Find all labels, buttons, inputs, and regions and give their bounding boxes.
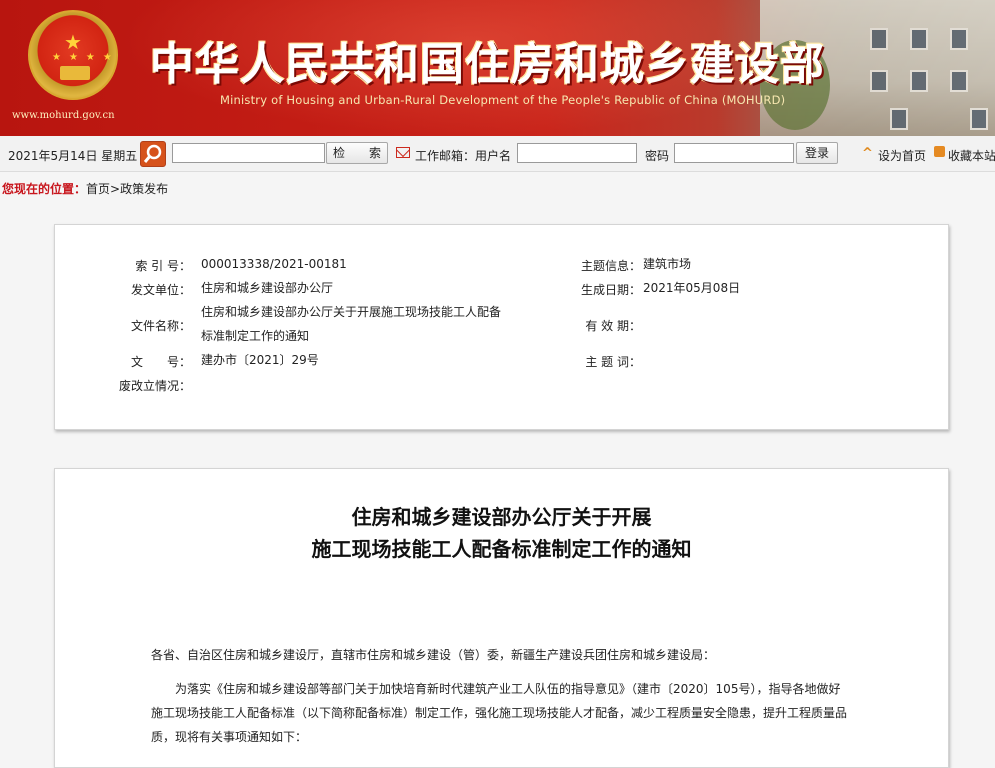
search-button[interactable]: 检 索 — [326, 142, 388, 164]
site-title-english: Ministry of Housing and Urban-Rural Deve… — [220, 93, 786, 107]
revision-status-label: 废改立情况： — [118, 379, 191, 393]
index-number-label: 索 引 号： — [135, 259, 191, 273]
current-date: 2021年5月14日 星期五 — [8, 149, 138, 163]
mail-icon — [396, 147, 410, 158]
topic-value: 建筑市场 — [643, 257, 692, 271]
breadcrumb-label: 您现在的位置： — [2, 182, 87, 196]
file-name-label: 文件名称： — [130, 319, 191, 333]
issuer-label: 发文单位： — [130, 283, 191, 297]
document-number-value: 建办市〔2021〕29号 — [201, 353, 319, 367]
document-metadata-box: 索 引 号： 000013338/2021-00181 主题信息： 建筑市场 发… — [54, 224, 949, 430]
site-title-chinese: 中华人民共和国住房和城乡建设部 — [150, 39, 825, 90]
password-label: 密码 — [645, 149, 670, 163]
breadcrumb: 您现在的位置：首页>政策发布 — [0, 178, 995, 202]
document-number-label: 文 号： — [130, 355, 191, 369]
national-emblem-logo[interactable]: ★ ★★★★ — [28, 10, 118, 100]
article-paragraph-1-line1: 为落实《住房和城乡建设部等部门关于加快培育新时代建筑产业工人队伍的指导意见》（建… — [151, 682, 841, 696]
article-salutation: 各省、自治区住房和城乡建设厅，直辖市住房和城乡建设（管）委，新疆生产建设兵团住房… — [151, 648, 716, 662]
login-button[interactable]: 登录 — [796, 142, 838, 164]
site-url: www.mohurd.gov.cn — [12, 110, 115, 121]
top-toolbar: 2021年5月14日 星期五 检 索 工作邮箱：用户名 密码 登录 ^ 设为首页… — [0, 136, 995, 172]
issuer-value: 住房和城乡建设部办公厅 — [201, 281, 334, 295]
article-title-line1: 住房和城乡建设部办公厅关于开展 — [351, 505, 652, 529]
validity-label: 有 效 期： — [585, 319, 641, 333]
article-body: 住房和城乡建设部办公厅关于开展 施工现场技能工人配备标准制定工作的通知 各省、自… — [54, 468, 949, 768]
username-input[interactable] — [517, 143, 637, 163]
article-paragraph-1-line2: 施工现场技能工人配备标准（以下简称配备标准）制定工作，强化施工现场技能人才配备，… — [151, 706, 848, 720]
search-icon[interactable] — [140, 141, 166, 167]
breadcrumb-current[interactable]: 政策发布 — [120, 182, 168, 196]
file-name-value-line1: 住房和城乡建设部办公厅关于开展施工现场技能工人配备 — [201, 305, 502, 319]
header-banner: ★ ★★★★ www.mohurd.gov.cn 中华人民共和国住房和城乡建设部… — [0, 0, 995, 136]
mail-username-label: 工作邮箱：用户名 — [415, 149, 512, 163]
article-title-line2: 施工现场技能工人配备标准制定工作的通知 — [311, 537, 692, 561]
keywords-label: 主 题 词： — [585, 355, 641, 369]
file-name-value-line2: 标准制定工作的通知 — [201, 329, 310, 343]
bookmark-icon — [934, 146, 945, 157]
bookmark-link[interactable]: 收藏本站 — [948, 147, 995, 164]
index-number-value: 000013338/2021-00181 — [201, 257, 347, 271]
date-value: 2021年05月08日 — [643, 281, 741, 295]
home-icon: ^ — [862, 146, 873, 161]
search-input[interactable] — [172, 143, 325, 163]
set-home-link[interactable]: 设为首页 — [878, 147, 926, 164]
breadcrumb-separator: > — [110, 182, 121, 196]
topic-label: 主题信息： — [580, 259, 641, 273]
date-label: 生成日期： — [580, 283, 641, 297]
breadcrumb-home-link[interactable]: 首页 — [86, 182, 110, 196]
article-paragraph-1-line3: 质，现将有关事项通知如下： — [151, 730, 308, 744]
password-input[interactable] — [674, 143, 794, 163]
